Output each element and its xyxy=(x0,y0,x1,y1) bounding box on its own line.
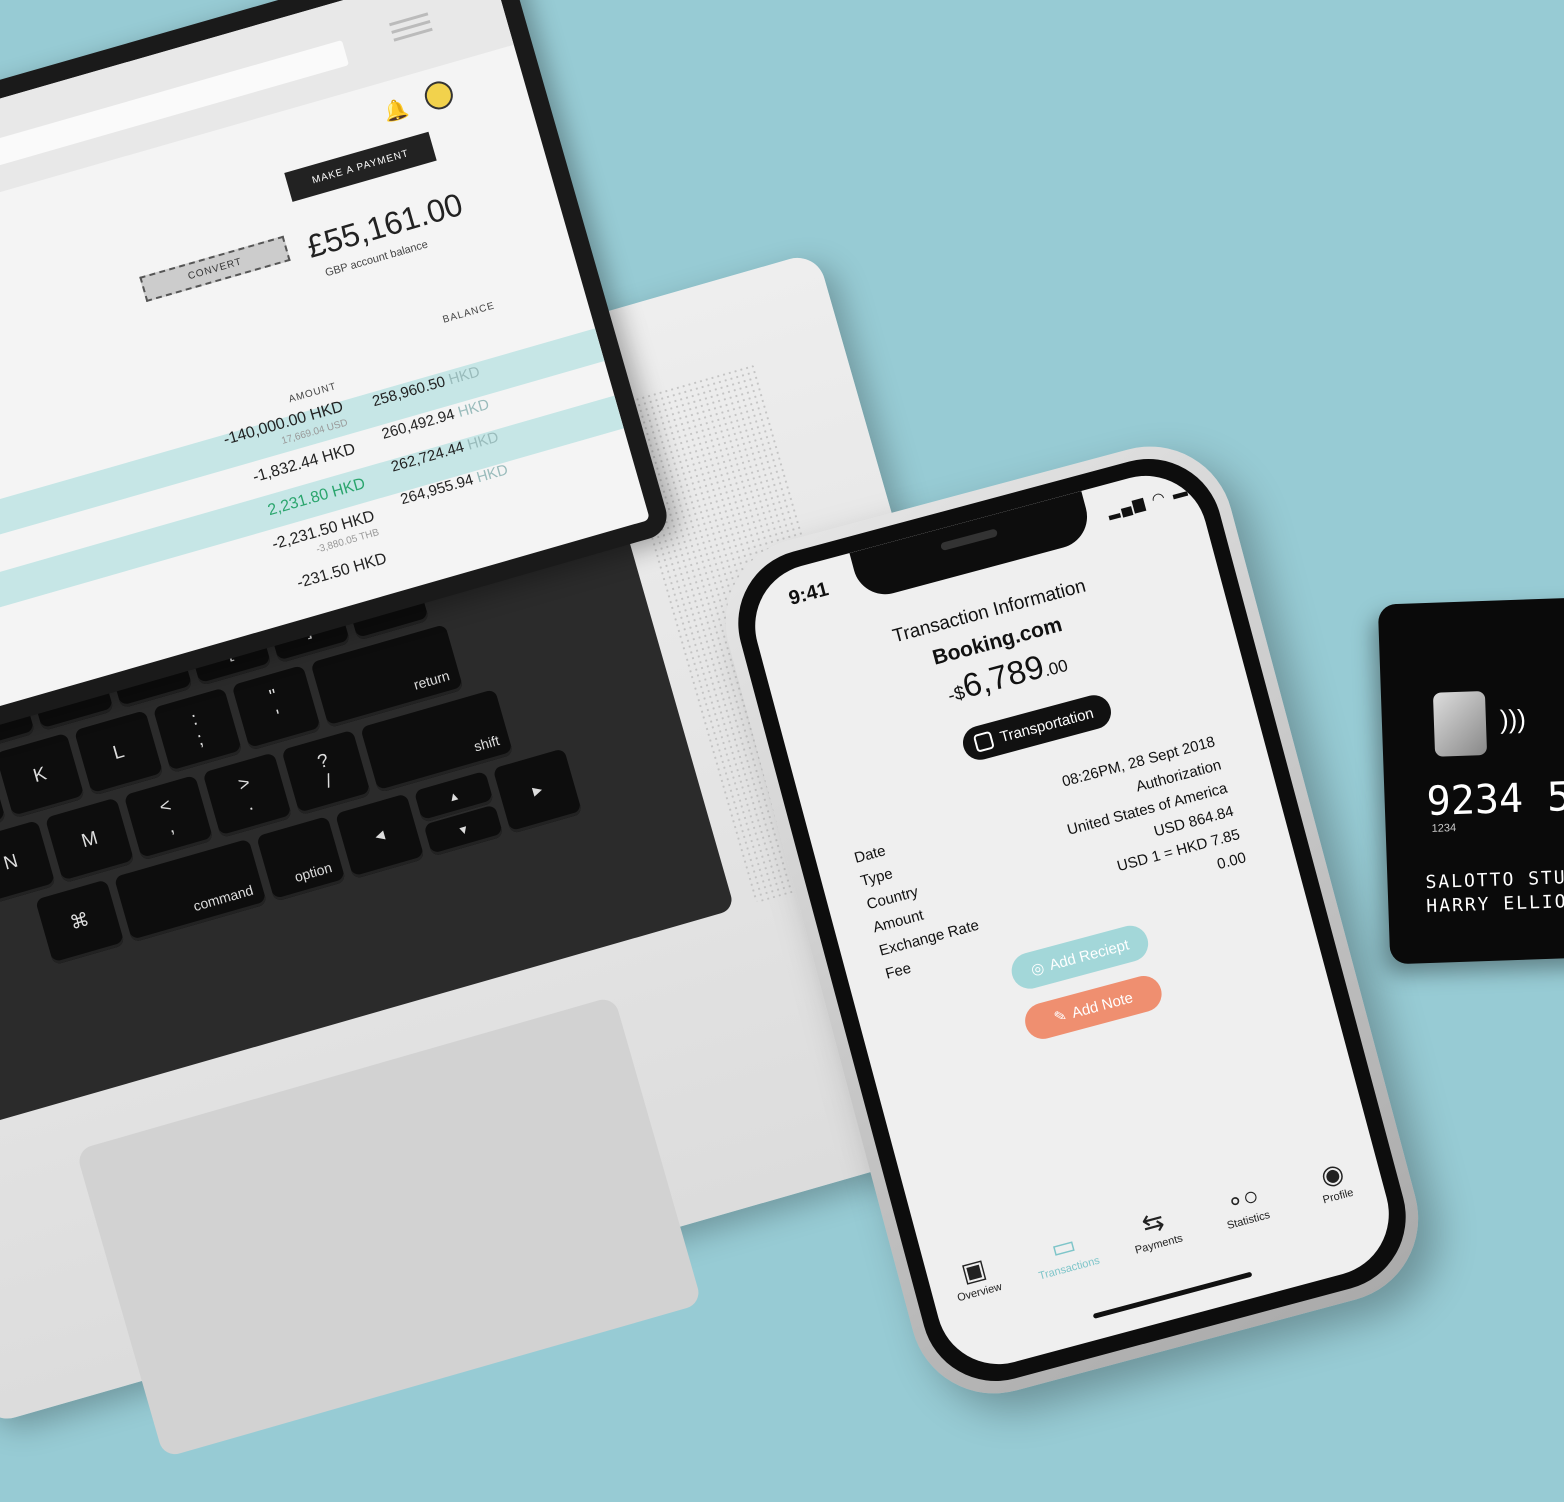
key-command[interactable]: command xyxy=(113,838,268,943)
nav-overview[interactable]: ▣ Overview xyxy=(931,1244,1026,1332)
chip-icon xyxy=(1432,690,1488,757)
card-small-number: 1234 xyxy=(1431,822,1457,835)
key-l[interactable]: L xyxy=(73,710,164,796)
key-option[interactable]: option xyxy=(256,816,347,902)
key-k[interactable]: K xyxy=(0,732,86,819)
contactless-icon: ))) xyxy=(1499,703,1527,735)
status-icons: ▂▄▆ ◠ ▬ xyxy=(1105,482,1192,521)
detail-label-date: Date xyxy=(852,842,888,867)
credit-card: ))) 9234 5 1234 SALOTTO STUD HARRY ELLIO… xyxy=(1377,595,1564,965)
category-chip[interactable]: Transportation xyxy=(959,691,1115,764)
note-icon: ✎ xyxy=(1052,1006,1069,1027)
nav-profile[interactable]: ◉ Profile xyxy=(1289,1148,1384,1236)
bottom-nav: ▣ Overview ▭ Transactions ⇆ Payments ∘○ … xyxy=(925,1146,1391,1334)
key-quote[interactable]: " ' xyxy=(231,664,322,751)
key-m[interactable]: M xyxy=(44,797,135,884)
convert-button[interactable]: CONVERT xyxy=(139,235,291,303)
transport-icon xyxy=(972,730,995,753)
nav-transactions[interactable]: ▭ Transactions xyxy=(1020,1220,1115,1308)
make-payment-button[interactable]: MAKE A PAYMENT xyxy=(284,131,437,202)
arrows-icon: ⇆ xyxy=(1138,1205,1168,1240)
detail-label-type: Type xyxy=(858,865,895,891)
detail-value-fee: 0.00 xyxy=(1215,849,1248,874)
category-label: Transportation xyxy=(998,704,1096,746)
key-arrow-right[interactable]: ▶ xyxy=(492,748,583,834)
key-comma[interactable]: <, xyxy=(123,774,214,861)
nav-payments[interactable]: ⇆ Payments xyxy=(1110,1196,1205,1284)
column-header-balance: BALANCE xyxy=(441,300,497,326)
key-n[interactable]: N xyxy=(0,820,56,906)
key-semicolon[interactable]: :; xyxy=(152,687,243,774)
camera-icon: ◎ xyxy=(1029,959,1047,979)
status-time: 9:41 xyxy=(786,578,831,610)
key-arrow-left[interactable]: ◀ xyxy=(335,793,425,880)
key-cmd-symbol[interactable]: ⌘ xyxy=(35,879,125,966)
card-number: 9234 5 xyxy=(1425,774,1564,826)
bell-icon[interactable]: 🔔 xyxy=(380,95,411,126)
transaction-screen: 9:41 ▂▄▆ ◠ ▬ Transaction Information Boo… xyxy=(741,461,1403,1379)
key-period[interactable]: >. xyxy=(202,752,293,839)
profile-icon[interactable] xyxy=(421,78,457,113)
phone-bezel: 9:41 ▂▄▆ ◠ ▬ Transaction Information Boo… xyxy=(721,442,1423,1398)
card-holder-name: HARRY ELLIOT xyxy=(1425,890,1564,918)
add-note-label: Add Note xyxy=(1069,988,1135,1022)
add-receipt-label: Add Reciept xyxy=(1047,935,1131,974)
detail-label-fee: Fee xyxy=(883,959,913,983)
key-slash[interactable]: ? / xyxy=(281,729,372,816)
nav-statistics[interactable]: ∘○ Statistics xyxy=(1200,1172,1295,1260)
smartphone: 9:41 ▂▄▆ ◠ ▬ Transaction Information Boo… xyxy=(706,427,1438,1413)
card-holder: SALOTTO STUD HARRY ELLIOT xyxy=(1425,866,1564,919)
